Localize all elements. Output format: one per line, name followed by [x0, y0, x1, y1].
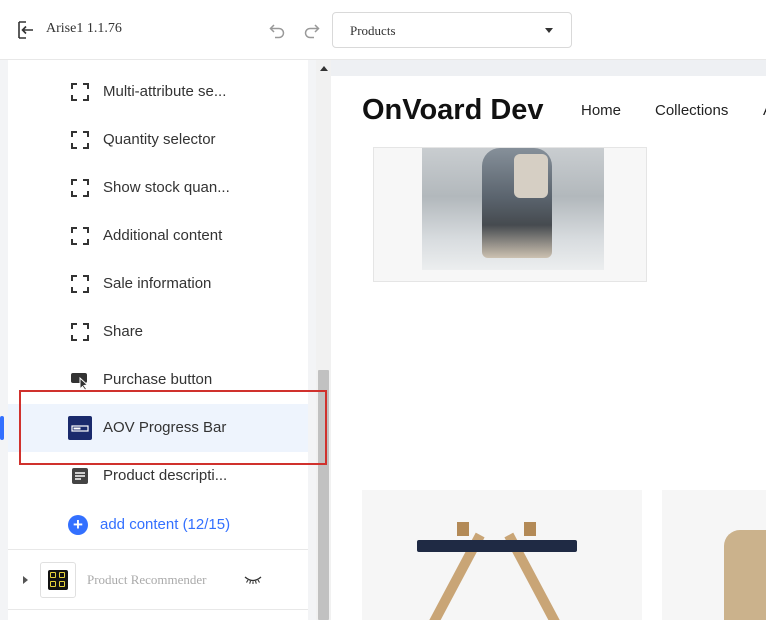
stool-joint [524, 522, 536, 536]
frame-icon [71, 323, 89, 341]
block-label: Share [103, 323, 144, 340]
section-product-recommender[interactable]: Product Recommender [8, 550, 308, 610]
undo-icon[interactable] [268, 21, 286, 39]
active-item-marker [0, 416, 4, 440]
product-card-bag[interactable] [662, 490, 766, 620]
bag-photo [724, 530, 766, 620]
sidebar-scrollbar[interactable] [316, 60, 331, 620]
frame-icon [71, 227, 89, 245]
sidebar-divider [308, 60, 316, 620]
product-card-stool[interactable] [362, 490, 642, 620]
block-item-show-stock[interactable]: Show stock quan... [8, 164, 308, 212]
block-label: Quantity selector [103, 131, 216, 148]
store-name[interactable]: OnVoard Dev [362, 94, 544, 127]
plus-icon: + [68, 515, 88, 535]
purchase-button-icon [71, 373, 89, 390]
block-item-share[interactable]: Share [8, 308, 308, 356]
scrollbar-thumb[interactable] [318, 370, 329, 620]
eye-off-icon[interactable] [244, 572, 262, 586]
stool-joint [457, 522, 469, 536]
product-photo [422, 148, 604, 270]
preview-canvas: OnVoard Dev Home Collections A [331, 60, 766, 620]
page-select-value: Products [350, 23, 396, 38]
block-item-product-description[interactable]: Product descripti... [8, 452, 308, 500]
block-item-aov-progress-bar[interactable]: AOV Progress Bar [8, 404, 308, 452]
block-label: Multi-attribute se... [103, 83, 227, 100]
block-label: Product descripti... [103, 467, 228, 484]
scroll-up-arrow-icon[interactable] [320, 66, 328, 71]
block-item-quantity-selector[interactable]: Quantity selector [8, 116, 308, 164]
block-item-additional-content[interactable]: Additional content [8, 212, 308, 260]
preview-page: OnVoard Dev Home Collections A [331, 76, 766, 620]
nav-link-home[interactable]: Home [581, 102, 621, 119]
frame-icon [71, 131, 89, 149]
caret-down-icon [545, 28, 553, 33]
block-label: AOV Progress Bar [103, 419, 227, 436]
block-item-multi-attribute[interactable]: Multi-attribute se... [8, 68, 308, 116]
section-label: Product Recommender [87, 572, 207, 587]
frame-icon [71, 83, 89, 101]
exit-icon[interactable] [16, 20, 36, 40]
add-content-button[interactable]: + add content (12/15) [8, 500, 308, 548]
nav-link-collections[interactable]: Collections [655, 102, 728, 119]
progress-bar-icon [68, 416, 92, 440]
block-item-purchase-button[interactable]: Purchase button [8, 356, 308, 404]
document-icon [72, 468, 88, 484]
block-label: Show stock quan... [103, 179, 230, 196]
top-bar: Arise1 1.1.76 Products [0, 0, 766, 60]
add-content-label: add content (12/15) [100, 516, 231, 533]
frame-icon [71, 275, 89, 293]
photo-backpack [514, 154, 548, 198]
app-title: Arise1 1.1.76 [46, 21, 122, 36]
sidebar-edge [0, 60, 8, 620]
block-item-sale-information[interactable]: Sale information [8, 260, 308, 308]
product-image[interactable] [373, 147, 647, 282]
sidebar: Multi-attribute se... Quantity selector … [0, 60, 316, 620]
divider [8, 609, 308, 610]
block-label: Sale information [103, 275, 212, 292]
block-label: Additional content [103, 227, 223, 244]
block-label: Purchase button [103, 371, 213, 388]
frame-icon [71, 179, 89, 197]
page-select[interactable]: Products [332, 12, 572, 48]
redo-icon[interactable] [303, 21, 321, 39]
app-grid-icon [40, 562, 76, 598]
stool-seat [417, 540, 577, 552]
expand-arrow-icon[interactable] [23, 576, 28, 584]
